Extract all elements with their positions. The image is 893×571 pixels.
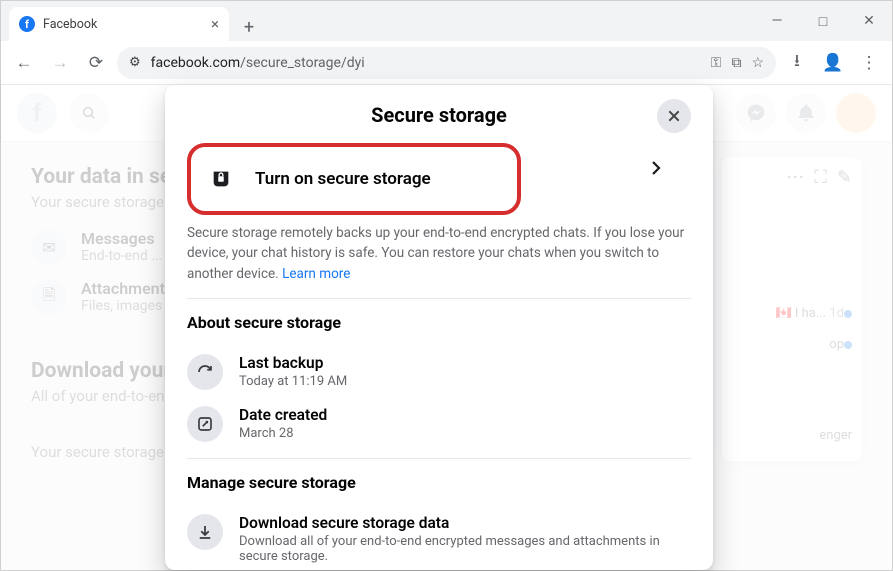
manage-section-title: Manage secure storage <box>187 473 691 492</box>
description-text: Secure storage remotely backs up your en… <box>187 223 691 284</box>
divider <box>187 298 691 299</box>
date-created-title: Date created <box>239 406 327 424</box>
window-maximize[interactable]: □ <box>800 1 846 41</box>
facebook-favicon: f <box>19 16 35 32</box>
browser-tab-bar: f Facebook × + — □ ✕ <box>1 1 892 41</box>
browser-tab[interactable]: f Facebook × <box>9 7 229 41</box>
turn-on-secure-storage-button[interactable]: Turn on secure storage <box>187 143 521 215</box>
download-data-subtitle: Download all of your end-to-end encrypte… <box>239 534 691 564</box>
bookmark-icon[interactable]: ☆ <box>751 55 764 71</box>
download-data-button[interactable]: Download secure storage data Download al… <box>187 506 691 570</box>
new-tab-button[interactable]: + <box>235 13 263 41</box>
secure-storage-modal: Secure storage Turn on secure storage Se… <box>165 85 713 570</box>
last-backup-row: Last backup Today at 11:19 AM <box>187 346 691 398</box>
chevron-right-icon <box>647 159 665 177</box>
turn-on-label: Turn on secure storage <box>255 169 431 189</box>
back-button[interactable]: ← <box>9 48 39 78</box>
address-bar[interactable]: ⚙ facebook.com/secure_storage/dyi ⚿ ⧉ ☆ <box>117 47 776 79</box>
secure-storage-icon <box>203 161 239 197</box>
learn-more-link[interactable]: Learn more <box>282 266 350 282</box>
divider <box>187 458 691 459</box>
about-section-title: About secure storage <box>187 313 691 332</box>
url-path: /secure_storage/dyi <box>240 55 365 71</box>
site-settings-icon[interactable]: ⚙ <box>129 55 141 70</box>
forward-button[interactable]: → <box>45 48 75 78</box>
download-data-title: Download secure storage data <box>239 514 691 532</box>
modal-title: Secure storage <box>371 103 507 127</box>
close-tab-icon[interactable]: × <box>211 15 219 33</box>
date-created-value: March 28 <box>239 426 327 441</box>
refresh-icon <box>187 354 223 390</box>
tab-title: Facebook <box>43 17 97 32</box>
window-close[interactable]: ✕ <box>846 1 892 41</box>
last-backup-title: Last backup <box>239 354 347 372</box>
close-icon[interactable] <box>657 99 691 133</box>
date-created-row: Date created March 28 <box>187 398 691 450</box>
url-host: facebook.com <box>151 55 240 71</box>
install-icon[interactable]: ⧉ <box>731 55 741 71</box>
window-minimize[interactable]: — <box>754 1 800 41</box>
browser-menu-icon[interactable]: ⋮ <box>854 48 884 78</box>
profile-icon[interactable]: 👤 <box>818 48 848 78</box>
reload-button[interactable]: ⟳ <box>81 48 111 78</box>
download-icon <box>187 514 223 550</box>
last-backup-value: Today at 11:19 AM <box>239 374 347 389</box>
edit-icon <box>187 406 223 442</box>
key-icon[interactable]: ⚿ <box>711 55 722 71</box>
browser-toolbar: ← → ⟳ ⚙ facebook.com/secure_storage/dyi … <box>1 41 892 85</box>
downloads-icon[interactable]: ⭳ <box>782 48 812 78</box>
